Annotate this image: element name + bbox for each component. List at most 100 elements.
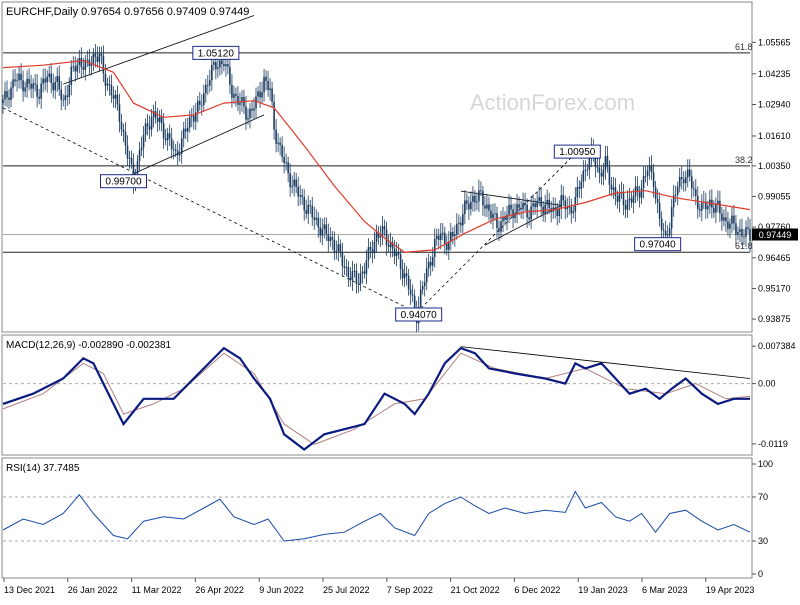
candle-body bbox=[429, 261, 432, 266]
candle-body bbox=[656, 198, 659, 203]
x-tick-label: 26 Jan 2022 bbox=[68, 585, 118, 595]
candle-body bbox=[174, 149, 177, 151]
price-axis-tick-label: 1.04235 bbox=[758, 69, 791, 79]
candle-body bbox=[2, 99, 4, 104]
candle-body bbox=[628, 198, 631, 201]
candle-body bbox=[409, 289, 412, 295]
candle-body bbox=[393, 248, 396, 257]
price-annotation: 0.97040 bbox=[634, 237, 682, 252]
candle-body bbox=[488, 204, 490, 211]
candle-body bbox=[277, 142, 279, 144]
candle-body bbox=[395, 252, 398, 257]
candle-body bbox=[630, 198, 633, 203]
candle-body bbox=[524, 202, 526, 205]
candle-body bbox=[646, 170, 649, 176]
candle-body bbox=[610, 184, 613, 190]
x-tick-label: 25 Jul 2022 bbox=[323, 585, 370, 595]
x-tick-label: 13 Dec 2021 bbox=[4, 585, 55, 595]
candle-body bbox=[68, 84, 71, 97]
price-axis-tick-label: 1.05565 bbox=[758, 37, 791, 47]
candle-body bbox=[110, 85, 113, 96]
candle-body bbox=[411, 294, 414, 296]
candle-body bbox=[385, 229, 388, 245]
candle-body bbox=[92, 53, 95, 65]
candle-body bbox=[112, 95, 115, 99]
candle-body bbox=[598, 167, 601, 173]
candle-body bbox=[184, 128, 187, 132]
candle-body bbox=[604, 155, 607, 170]
candle-body bbox=[128, 157, 131, 159]
candle-body bbox=[239, 102, 241, 105]
candle-body bbox=[305, 210, 308, 214]
candle-body bbox=[472, 195, 474, 202]
candle-body bbox=[664, 231, 667, 236]
candle-body bbox=[94, 53, 97, 57]
candle-body bbox=[251, 108, 253, 111]
candle-body bbox=[698, 208, 701, 211]
candle-body bbox=[54, 82, 57, 91]
candle-body bbox=[42, 78, 44, 84]
candle-body bbox=[327, 233, 330, 242]
candle-body bbox=[38, 96, 40, 99]
symbol-header: EURCHF,Daily 0.97654 0.97656 0.97409 0.9… bbox=[6, 6, 249, 18]
price-layer: 61.838.261.81.051200.997000.940701.00950… bbox=[2, 15, 798, 333]
candle-body bbox=[727, 221, 729, 229]
candle-body bbox=[363, 271, 366, 274]
candle-body bbox=[120, 121, 123, 130]
candle-body bbox=[466, 200, 468, 204]
candle-body bbox=[142, 134, 145, 148]
candle-body bbox=[269, 88, 271, 91]
candle-body bbox=[325, 224, 328, 234]
x-tick-label: 7 Sep 2022 bbox=[387, 585, 433, 595]
price-axis-tick-label: 0.93875 bbox=[758, 314, 791, 324]
candle-body bbox=[674, 194, 677, 196]
candle-body bbox=[355, 270, 358, 284]
candle-body bbox=[178, 154, 181, 156]
candle-body bbox=[164, 138, 167, 141]
candle-body bbox=[608, 166, 611, 185]
candle-body bbox=[375, 232, 378, 242]
candle-body bbox=[203, 93, 205, 105]
candle-body bbox=[492, 213, 494, 219]
candle-body bbox=[30, 83, 32, 89]
candle-body bbox=[498, 228, 500, 232]
candle-body bbox=[76, 64, 79, 72]
candle-body bbox=[500, 221, 502, 232]
candle-body bbox=[307, 204, 310, 214]
candle-body bbox=[104, 73, 107, 86]
candle-body bbox=[213, 62, 215, 65]
candle-body bbox=[743, 236, 745, 238]
candle-body bbox=[192, 115, 195, 122]
candle-body bbox=[443, 232, 446, 244]
candle-body bbox=[496, 213, 498, 229]
candle-body bbox=[180, 138, 183, 155]
candle-body bbox=[558, 208, 561, 217]
candle-body bbox=[433, 238, 436, 257]
candle-body bbox=[518, 204, 520, 208]
candle-body bbox=[510, 204, 512, 210]
candle-body bbox=[223, 64, 225, 67]
candle-body bbox=[554, 207, 557, 210]
candle-body bbox=[427, 261, 430, 269]
candle-body bbox=[198, 100, 201, 105]
candle-body bbox=[227, 64, 229, 67]
candle-body bbox=[407, 275, 410, 290]
candle-body bbox=[249, 108, 251, 119]
candle-body bbox=[293, 179, 295, 186]
candle-body bbox=[476, 201, 478, 203]
candle-body bbox=[34, 83, 36, 85]
candle-body bbox=[701, 202, 703, 211]
candle-body bbox=[281, 145, 283, 158]
price-annotation: 0.99700 bbox=[99, 174, 147, 189]
candle-body bbox=[570, 206, 573, 214]
price-axis-tick-label: 1.01610 bbox=[758, 131, 791, 141]
candle-body bbox=[200, 104, 203, 106]
candle-body bbox=[739, 229, 741, 232]
candle-body bbox=[572, 211, 575, 214]
candle-body bbox=[32, 83, 34, 89]
candle-body bbox=[528, 217, 530, 220]
macd-axis-tick-label: -0.0119 bbox=[758, 439, 788, 449]
candle-body bbox=[333, 239, 336, 252]
candle-body bbox=[108, 83, 111, 86]
candle-body bbox=[263, 76, 265, 93]
